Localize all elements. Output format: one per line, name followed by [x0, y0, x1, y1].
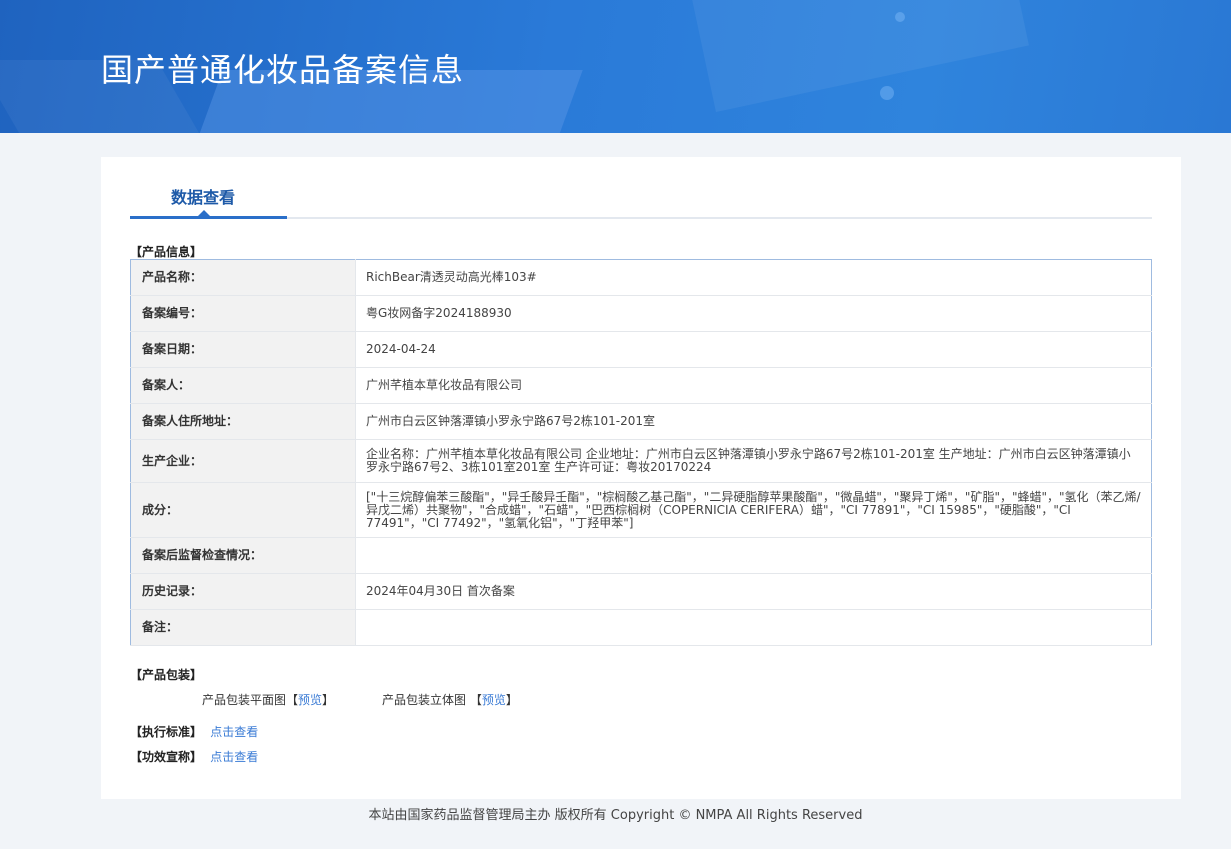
section-packaging: 【产品包装】 — [130, 668, 203, 682]
section-efficacy: 【功效宣称】 点击查看 — [130, 748, 258, 765]
table-row: 备案人住所地址： 广州市白云区钟落潭镇小罗永宁路67号2栋101-201室 — [130, 403, 1152, 440]
bracket-close: 】 — [322, 693, 335, 707]
table-row: 备注： — [130, 609, 1152, 646]
table-row: 备案后监督检查情况： — [130, 537, 1152, 574]
table-row: 产品名称： RichBear清透灵动高光棒103# — [130, 259, 1152, 296]
row-key: 成分： — [130, 482, 356, 538]
standard-view-link[interactable]: 点击查看 — [210, 725, 258, 739]
packaging-stereo-label: 产品包装立体图 — [382, 693, 467, 707]
content-panel: 数据查看 【产品信息】 产品名称： RichBear清透灵动高光棒103# 备案… — [101, 157, 1181, 799]
table-row: 备案人： 广州芊植本草化妆品有限公司 — [130, 367, 1152, 404]
banner-decoration — [895, 12, 905, 22]
table-row: 历史记录： 2024年04月30日 首次备案 — [130, 573, 1152, 610]
banner-decoration — [691, 0, 1029, 112]
row-key: 备案人住所地址： — [130, 403, 356, 440]
row-value: 2024年04月30日 首次备案 — [355, 573, 1152, 610]
efficacy-view-link[interactable]: 点击查看 — [210, 750, 258, 764]
table-row: 成分： ["十三烷醇偏苯三酸酯"，"异壬酸异壬酯"，"棕榈酸乙基己酯"，"二异硬… — [130, 482, 1152, 538]
packaging-flat: 产品包装平面图【预览】 — [202, 691, 334, 708]
bracket-open: 【 — [469, 693, 482, 707]
packaging-flat-label: 产品包装平面图 — [202, 693, 287, 707]
table-row: 备案日期： 2024-04-24 — [130, 331, 1152, 368]
row-key: 备注： — [130, 609, 356, 646]
header-banner: 国产普通化妆品备案信息 — [0, 0, 1231, 133]
preview-flat-link[interactable]: 预览 — [298, 693, 322, 707]
section-standard-label: 【执行标准】 — [130, 725, 203, 739]
row-value: 广州芊植本草化妆品有限公司 — [355, 367, 1152, 404]
row-value: RichBear清透灵动高光棒103# — [355, 259, 1152, 296]
row-value: 2024-04-24 — [355, 331, 1152, 368]
row-key: 备案后监督检查情况： — [130, 537, 356, 574]
bracket-open: 【 — [286, 693, 299, 707]
row-value: 企业名称：广州芊植本草化妆品有限公司 企业地址：广州市白云区钟落潭镇小罗永宁路6… — [355, 439, 1152, 483]
row-value — [355, 537, 1152, 574]
row-key: 产品名称： — [130, 259, 356, 296]
section-efficacy-label: 【功效宣称】 — [130, 750, 203, 764]
table-row: 备案编号： 粤G妆网备字2024188930 — [130, 295, 1152, 332]
footer-copyright: 本站由国家药品监督管理局主办 版权所有 Copyright © NMPA All… — [368, 808, 863, 823]
row-key: 备案人： — [130, 367, 356, 404]
row-key: 备案日期： — [130, 331, 356, 368]
row-key: 历史记录： — [130, 573, 356, 610]
row-value: 粤G妆网备字2024188930 — [355, 295, 1152, 332]
bracket-close: 】 — [505, 693, 518, 707]
table-row: 生产企业： 企业名称：广州芊植本草化妆品有限公司 企业地址：广州市白云区钟落潭镇… — [130, 439, 1152, 483]
banner-decoration — [880, 86, 894, 100]
row-value: ["十三烷醇偏苯三酸酯"，"异壬酸异壬酯"，"棕榈酸乙基己酯"，"二异硬脂醇苹果… — [355, 482, 1152, 538]
tab-active-indicator — [130, 216, 287, 219]
tab-data-view[interactable]: 数据查看 — [171, 184, 235, 208]
row-key: 备案编号： — [130, 295, 356, 332]
section-standard: 【执行标准】 点击查看 — [130, 723, 258, 740]
tab-caret-icon — [198, 210, 210, 216]
row-key: 生产企业： — [130, 439, 356, 483]
preview-stereo-link[interactable]: 预览 — [482, 693, 506, 707]
page-title: 国产普通化妆品备案信息 — [101, 51, 465, 89]
row-value: 广州市白云区钟落潭镇小罗永宁路67号2栋101-201室 — [355, 403, 1152, 440]
packaging-stereo: 产品包装立体图 【预览】 — [382, 691, 518, 708]
section-product-info: 【产品信息】 — [130, 245, 203, 259]
product-info-table: 产品名称： RichBear清透灵动高光棒103# 备案编号： 粤G妆网备字20… — [130, 259, 1152, 646]
row-value — [355, 609, 1152, 646]
